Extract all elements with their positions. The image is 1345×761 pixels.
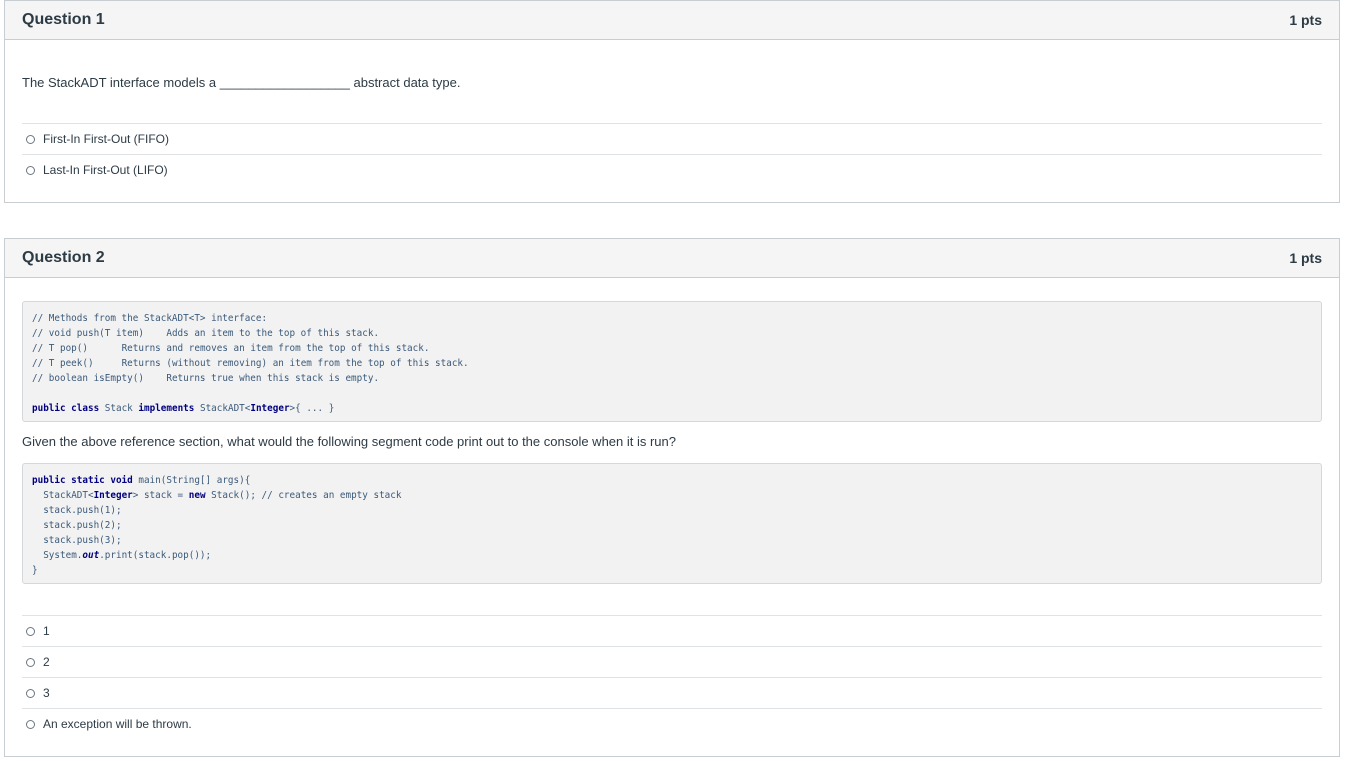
code-line: stack.push(3); bbox=[43, 535, 122, 546]
question-2-answers: 1 2 3 An exception will be thrown. bbox=[22, 615, 1322, 739]
question-2-body: // Methods from the StackADT<T> interfac… bbox=[5, 278, 1339, 756]
question-1-points: 1 pts bbox=[1289, 12, 1322, 28]
answer-option[interactable]: An exception will be thrown. bbox=[22, 708, 1322, 739]
reference-code-block: // Methods from the StackADT<T> interfac… bbox=[22, 301, 1322, 422]
code-line: // T pop() Returns and removes an item f… bbox=[32, 343, 430, 354]
code-line: System.out.print(stack.pop()); bbox=[43, 550, 212, 561]
question-2-header: Question 2 1 pts bbox=[5, 239, 1339, 278]
answer-label: An exception will be thrown. bbox=[43, 717, 192, 731]
radio-button[interactable] bbox=[26, 657, 35, 667]
question-2-title: Question 2 bbox=[22, 249, 105, 266]
answer-label: Last-In First-Out (LIFO) bbox=[43, 163, 168, 177]
radio-button[interactable] bbox=[26, 688, 35, 698]
answer-label: First-In First-Out (FIFO) bbox=[43, 132, 169, 146]
code-line: // T peek() Returns (without removing) a… bbox=[32, 358, 469, 369]
question-1-text: The StackADT interface models a ________… bbox=[22, 75, 461, 90]
answer-option[interactable]: First-In First-Out (FIFO) bbox=[22, 123, 1322, 154]
code-line: stack.push(1); bbox=[43, 505, 122, 516]
question-2-prompt: Given the above reference section, what … bbox=[22, 434, 676, 449]
answer-option[interactable]: Last-In First-Out (LIFO) bbox=[22, 154, 1322, 185]
code-line: stack.push(2); bbox=[43, 520, 122, 531]
question-2-points: 1 pts bbox=[1289, 250, 1322, 266]
answer-label: 1 bbox=[43, 624, 50, 638]
radio-button[interactable] bbox=[26, 134, 35, 144]
answer-option[interactable]: 1 bbox=[22, 615, 1322, 646]
answer-label: 3 bbox=[43, 686, 50, 700]
radio-button[interactable] bbox=[26, 626, 35, 636]
answer-label: 2 bbox=[43, 655, 50, 669]
radio-button[interactable] bbox=[26, 165, 35, 175]
code-line: } bbox=[32, 565, 38, 576]
code-line: // Methods from the StackADT<T> interfac… bbox=[32, 313, 268, 324]
question-1-body: The StackADT interface models a ________… bbox=[5, 40, 1339, 202]
radio-button[interactable] bbox=[26, 719, 35, 729]
question-2-card: Question 2 1 pts // Methods from the Sta… bbox=[4, 238, 1340, 757]
question-1-answers: First-In First-Out (FIFO) Last-In First-… bbox=[22, 123, 1322, 185]
code-line: // void push(T item) Adds an item to the… bbox=[32, 328, 380, 339]
answer-option[interactable]: 3 bbox=[22, 677, 1322, 708]
code-line: public class Stack implements StackADT<I… bbox=[32, 403, 335, 414]
code-line: public static void main(String[] args){ bbox=[32, 475, 251, 486]
code-line: // boolean isEmpty() Returns true when t… bbox=[32, 373, 380, 384]
question-1-header: Question 1 1 pts bbox=[5, 1, 1339, 40]
program-code-block: public static void main(String[] args){ … bbox=[22, 463, 1322, 584]
code-line: StackADT<Integer> stack = new Stack(); /… bbox=[43, 490, 402, 501]
answer-option[interactable]: 2 bbox=[22, 646, 1322, 677]
question-1-card: Question 1 1 pts The StackADT interface … bbox=[4, 0, 1340, 203]
question-1-title: Question 1 bbox=[22, 11, 105, 28]
